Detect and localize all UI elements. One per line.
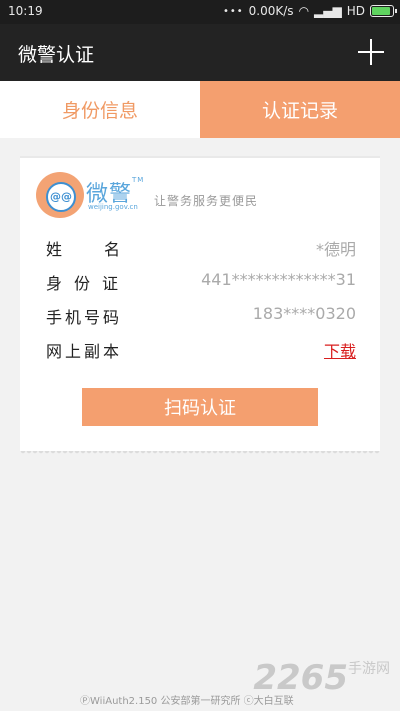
download-link[interactable]: 下载 [324, 338, 356, 362]
watermark-main: 2265 [253, 658, 348, 698]
field-value: 441*************31 [201, 270, 356, 289]
status-icons: ••• 0.00K/s ◠ ▂▄▆ HD [222, 4, 397, 18]
tab-identity-info[interactable]: 身份信息 [0, 81, 200, 138]
field-row-id: 身份证 441*************31 [46, 270, 356, 294]
field-value: 183****0320 [252, 304, 356, 323]
wifi-icon: ◠ [298, 4, 310, 18]
tab-auth-records[interactable]: 认证记录 [200, 81, 400, 138]
field-label: 网上副本 [46, 342, 123, 361]
network-speed: 0.00K/s [248, 4, 294, 18]
identity-card: @@ 微警TM weijing.gov.cn 让警务服务更便民 姓名 *德明 身… [20, 156, 380, 455]
signal-icon: ▂▄▆ [314, 4, 342, 18]
status-time: 10:19 [8, 4, 43, 18]
scan-auth-button[interactable]: 扫码认证 [82, 388, 318, 426]
more-dots-icon: ••• [222, 5, 244, 17]
status-bar: 10:19 ••• 0.00K/s ◠ ▂▄▆ HD [0, 0, 400, 24]
field-row-copy: 网上副本 下载 [46, 338, 356, 362]
field-label: 身份证 [46, 274, 131, 293]
field-label: 手机号码 [46, 308, 123, 327]
battery-icon [370, 5, 397, 17]
brand-url: weijing.gov.cn [88, 203, 138, 211]
signal-label: HD [346, 4, 365, 18]
app-bar: 微警认证 [0, 24, 400, 81]
logo-face-icon: @@ [46, 182, 76, 212]
field-label: 姓名 [46, 240, 163, 259]
watermark-logo: 2265手游网 [253, 658, 390, 698]
page-title: 微警认证 [18, 44, 95, 66]
field-value: *德明 [315, 240, 356, 259]
tab-bar: 身份信息 认证记录 [0, 81, 400, 138]
weijing-logo: @@ [36, 172, 84, 218]
field-row-name: 姓名 *德明 [46, 236, 356, 260]
slogan: 让警务服务更便民 [154, 194, 259, 208]
field-row-phone: 手机号码 183****0320 [46, 304, 356, 328]
watermark-sub: 手游网 [348, 661, 390, 677]
brand-tm: TM [132, 176, 145, 184]
plus-icon[interactable] [358, 39, 384, 65]
